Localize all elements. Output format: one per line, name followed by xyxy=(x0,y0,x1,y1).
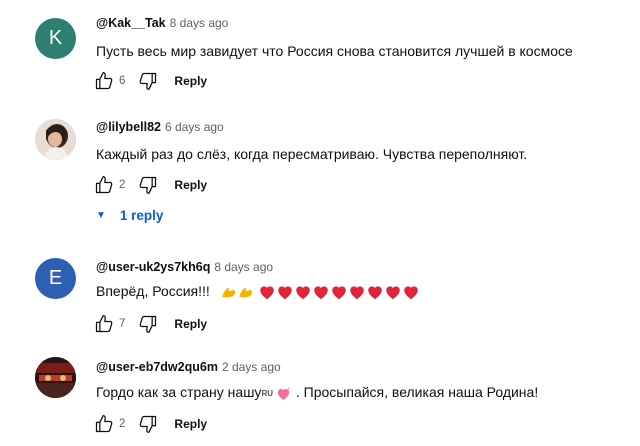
thumb-down-icon[interactable] xyxy=(138,71,158,91)
red-heart-icon xyxy=(258,283,276,301)
like-count: 6 xyxy=(119,75,126,87)
thumb-down-icon[interactable] xyxy=(138,175,158,195)
avatar[interactable] xyxy=(35,119,76,160)
avatar[interactable] xyxy=(35,357,76,398)
comment-header: @user-uk2ys7kh6q 8 days ago xyxy=(96,260,273,274)
avatar-photo xyxy=(35,119,76,160)
comment-actions: 2 Reply xyxy=(94,175,207,195)
red-heart-icon xyxy=(402,283,420,301)
red-heart-icon xyxy=(366,283,384,301)
thumb-down-icon[interactable] xyxy=(138,414,158,434)
comment-actions: 2 Reply xyxy=(94,414,207,434)
comment-author[interactable]: @user-uk2ys7kh6q xyxy=(96,260,210,274)
russia-flag-icon: RU xyxy=(261,388,273,398)
comment-time[interactable]: 8 days ago xyxy=(214,260,273,274)
thumb-up-icon[interactable] xyxy=(94,71,114,91)
comment-text-content: Вперёд, Россия!!! xyxy=(96,283,210,299)
red-heart-icon xyxy=(294,283,312,301)
comment-header: @lilybell82 6 days ago xyxy=(96,120,224,134)
flexed-biceps-icon xyxy=(237,284,254,301)
red-heart-icon xyxy=(330,283,348,301)
emoji-row xyxy=(220,283,420,299)
avatar-photo xyxy=(35,357,76,398)
sparkling-heart-icon xyxy=(275,385,292,402)
comment-author[interactable]: @lilybell82 xyxy=(96,120,161,134)
reply-button[interactable]: Reply xyxy=(174,178,207,192)
avatar[interactable]: E xyxy=(35,258,76,299)
comment-text-part: . Просыпайся, великая наша Родина! xyxy=(292,384,539,400)
comment-author[interactable]: @Kak__Tak xyxy=(96,16,166,30)
thumb-up-icon[interactable] xyxy=(94,175,114,195)
replies-label: 1 reply xyxy=(119,208,164,223)
thumb-up-icon[interactable] xyxy=(94,314,114,334)
comment-header: @Kak__Tak 8 days ago xyxy=(96,16,228,30)
reply-button[interactable]: Reply xyxy=(174,74,207,88)
like-count: 7 xyxy=(119,318,126,330)
flexed-biceps-icon xyxy=(220,284,237,301)
view-replies-button[interactable]: ▼ 1 reply xyxy=(96,208,163,223)
red-heart-icon xyxy=(348,283,366,301)
comment-text: Каждый раз до слёз, когда пересматриваю.… xyxy=(96,146,528,162)
avatar-letter: E xyxy=(48,267,63,289)
thumb-down-icon[interactable] xyxy=(138,314,158,334)
red-heart-icon xyxy=(276,283,294,301)
red-heart-icon xyxy=(384,283,402,301)
comment-text-part: Гордо как за страну нашу xyxy=(96,384,262,400)
comment-time[interactable]: 8 days ago xyxy=(170,16,229,30)
avatar-letter: K xyxy=(48,27,63,49)
reply-button[interactable]: Reply xyxy=(174,417,207,431)
comment-text: Гордо как за страну нашуRU . Просыпайся,… xyxy=(96,384,538,402)
red-heart-icon xyxy=(312,283,330,301)
comment-time[interactable]: 2 days ago xyxy=(222,360,281,374)
comment-text: Вперёд, Россия!!! xyxy=(96,283,420,301)
comment-author[interactable]: @user-eb7dw2qu6m xyxy=(96,360,218,374)
avatar[interactable]: K xyxy=(35,18,76,59)
comment-text: Пусть весь мир завидует что Россия снова… xyxy=(96,43,573,59)
reply-button[interactable]: Reply xyxy=(174,317,207,331)
thumb-up-icon[interactable] xyxy=(94,414,114,434)
comment-actions: 7 Reply xyxy=(94,314,207,334)
comment-header: @user-eb7dw2qu6m 2 days ago xyxy=(96,360,281,374)
comment-time[interactable]: 6 days ago xyxy=(165,120,224,134)
chevron-down-icon: ▼ xyxy=(96,210,106,221)
like-count: 2 xyxy=(119,418,126,430)
comment-actions: 6 Reply xyxy=(94,71,207,91)
like-count: 2 xyxy=(119,179,126,191)
